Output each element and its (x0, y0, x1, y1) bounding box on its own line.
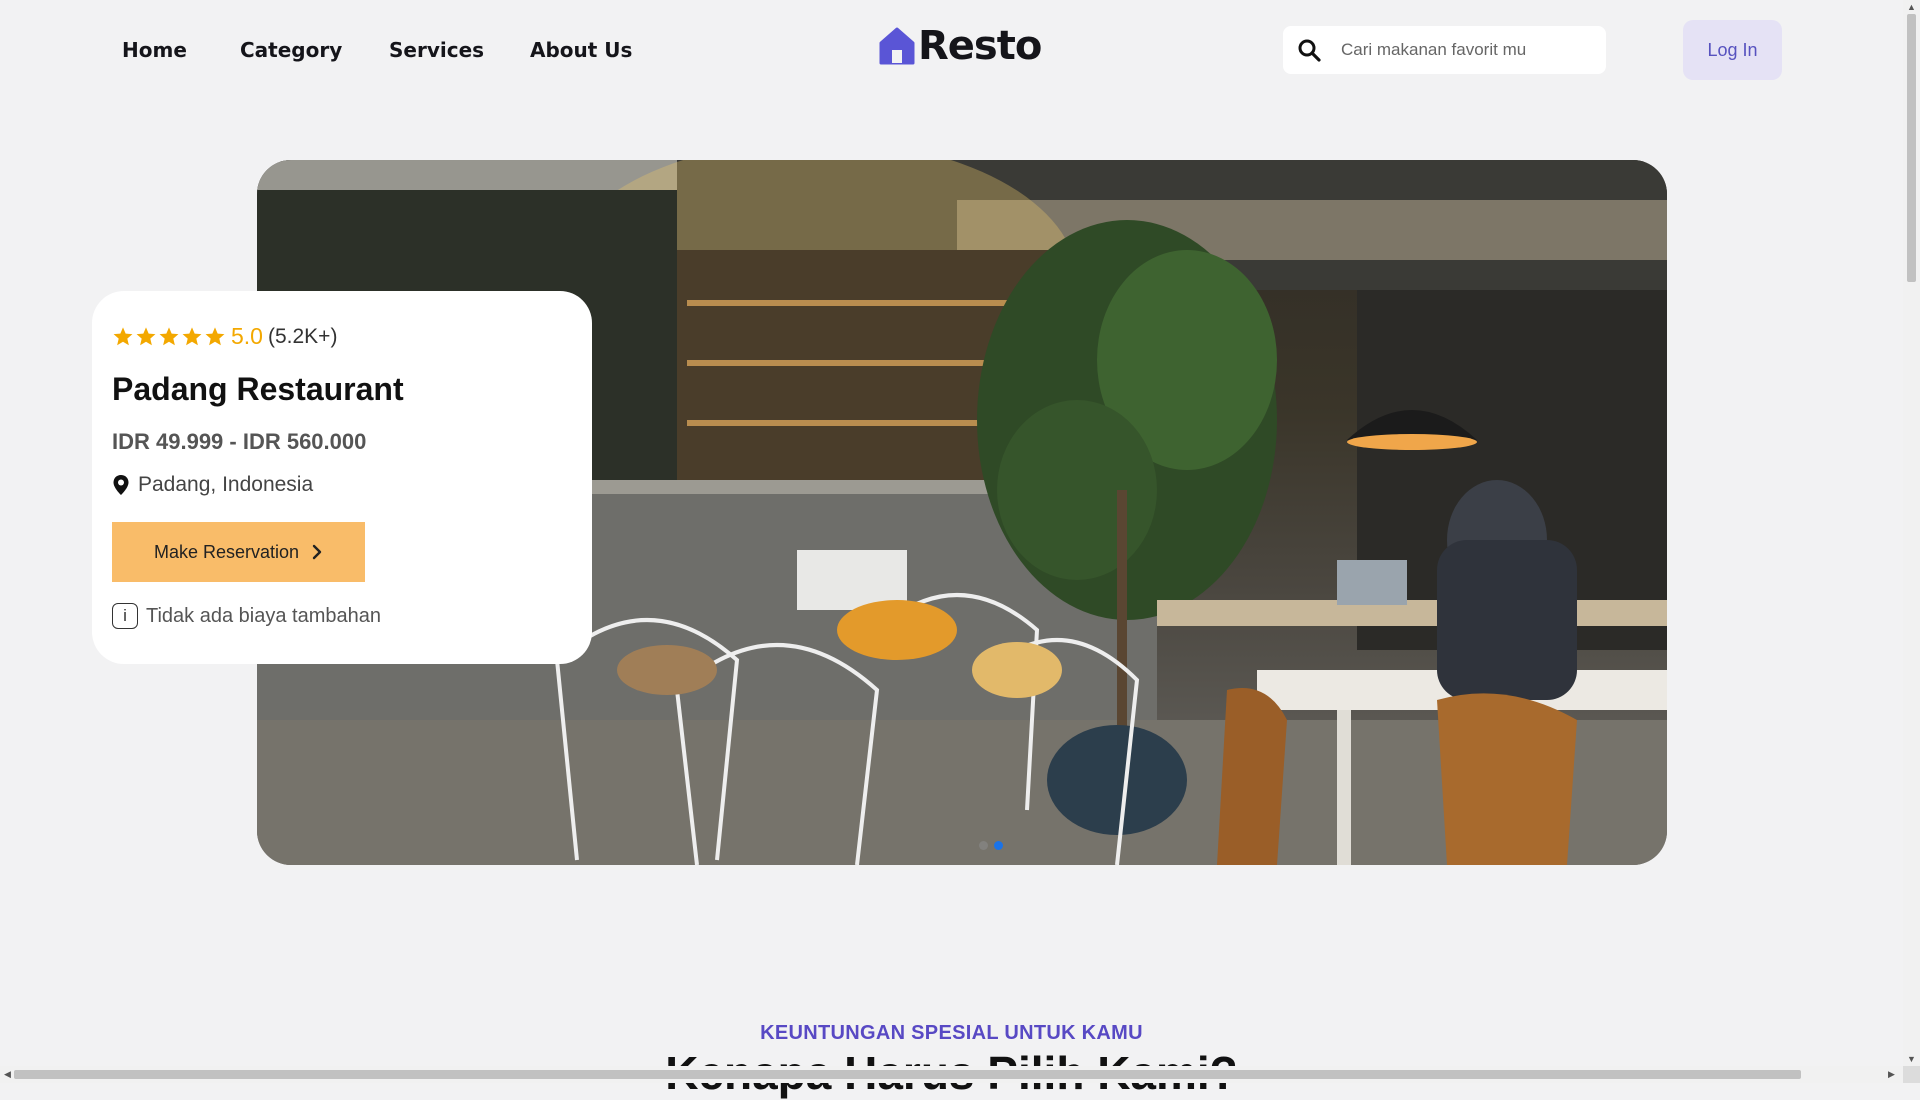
search-icon[interactable] (1297, 38, 1321, 62)
search-input[interactable] (1339, 39, 1593, 61)
nav-about-link[interactable]: About Us (530, 38, 632, 62)
note-text: Tidak ada biaya tambahan (146, 604, 381, 627)
top-navbar: Home Category Services About Us Resto Lo… (0, 0, 1900, 100)
no-extra-fee-note: i Tidak ada biaya tambahan (112, 603, 381, 629)
rating-count: (5.2K+) (267, 324, 338, 348)
brand-logo[interactable]: Resto (878, 23, 1042, 69)
star-icon (113, 326, 133, 345)
rating-score: 5.0 (231, 323, 263, 349)
search-bar[interactable] (1283, 26, 1606, 74)
carousel-indicators (979, 841, 1003, 850)
scroll-down-arrow-icon[interactable]: ▼ (1907, 1054, 1916, 1064)
info-icon: i (112, 603, 138, 629)
horizontal-scrollbar[interactable]: ◀ ▶ (0, 1066, 1920, 1083)
section-eyebrow: KEUNTUNGAN SPESIAL UNTUK KAMU (760, 1022, 1143, 1044)
restaurant-card: 5.0 (5.2K+) Padang Restaurant IDR 49.999… (92, 291, 592, 664)
restaurant-name: Padang Restaurant (112, 371, 404, 407)
scroll-up-arrow-icon[interactable]: ▲ (1907, 2, 1916, 12)
vertical-scrollbar[interactable]: ▲ ▼ (1903, 0, 1920, 1066)
star-icon (159, 326, 179, 345)
nav-category-link[interactable]: Category (240, 38, 342, 62)
rating: 5.0 (5.2K+) (112, 323, 337, 350)
scrollbar-corner (1903, 1066, 1920, 1083)
location-pin-icon (113, 475, 129, 495)
brand-name: Resto (918, 23, 1042, 69)
reservation-label: Make Reservation (153, 541, 300, 562)
star-icon (136, 326, 156, 345)
vertical-scroll-thumb[interactable] (1907, 14, 1916, 282)
nav-home-link[interactable]: Home (122, 38, 187, 62)
star-rating (112, 326, 226, 348)
location-text: Padang, Indonesia (138, 473, 314, 496)
location: Padang, Indonesia (112, 473, 313, 497)
star-icon (182, 326, 202, 345)
carousel-dot[interactable] (979, 841, 988, 850)
login-button[interactable]: Log In (1683, 20, 1782, 80)
horizontal-scroll-thumb[interactable] (14, 1070, 1801, 1079)
scroll-right-arrow-icon[interactable]: ▶ (1888, 1069, 1895, 1080)
scroll-left-arrow-icon[interactable]: ◀ (4, 1069, 11, 1080)
price-range: IDR 49.999 - IDR 560.000 (112, 429, 367, 454)
make-reservation-button[interactable]: Make Reservation (112, 522, 365, 582)
star-icon (205, 326, 225, 345)
carousel-dot-active[interactable] (994, 841, 1003, 850)
chevron-right-icon (312, 544, 322, 560)
house-icon (879, 27, 915, 65)
nav-services-link[interactable]: Services (389, 38, 484, 62)
